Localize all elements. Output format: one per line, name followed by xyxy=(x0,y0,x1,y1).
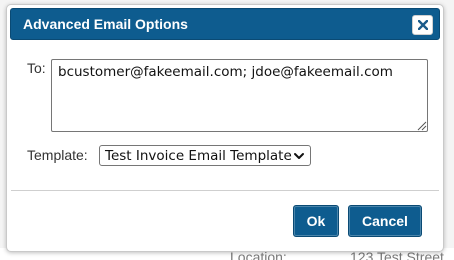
ok-button[interactable]: Ok xyxy=(293,205,339,237)
footer-divider xyxy=(11,190,439,191)
to-recipients-field[interactable]: bcustomer@fakeemail.com; jdoe@fakeemail.… xyxy=(51,59,428,132)
template-dropdown[interactable]: Test Invoice Email Template xyxy=(99,145,311,166)
resize-grip-icon[interactable] xyxy=(415,119,427,131)
dialog-title: Advanced Email Options xyxy=(23,16,188,32)
advanced-email-options-dialog: Advanced Email Options To: bcustomer@fak… xyxy=(6,4,444,252)
chevron-down-icon xyxy=(294,152,304,159)
template-selected-value: Test Invoice Email Template xyxy=(105,147,292,164)
close-button[interactable] xyxy=(412,15,433,35)
cancel-button[interactable]: Cancel xyxy=(348,205,422,237)
close-icon xyxy=(417,20,428,30)
template-label: Template: xyxy=(27,147,88,163)
to-label: To: xyxy=(27,60,46,76)
dialog-titlebar: Advanced Email Options xyxy=(10,8,440,40)
